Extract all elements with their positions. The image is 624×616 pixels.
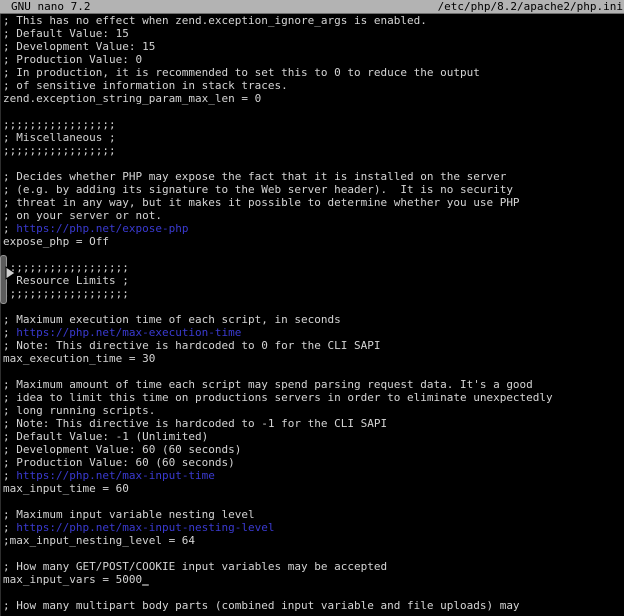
line-text: ; <box>3 222 16 235</box>
file-path: /etc/php/8.2/apache2/php.ini <box>438 0 624 13</box>
editor-lines: ; This has no effect when zend.exception… <box>3 14 624 612</box>
editor-line: ; (e.g. by adding its signature to the W… <box>3 183 624 196</box>
mouse-cursor-icon <box>5 266 16 280</box>
line-text: ; on your server or not. <box>3 209 162 222</box>
editor-line: ; Note: This directive is hardcoded to 0… <box>3 339 624 352</box>
editor-line <box>3 547 624 560</box>
editor-line: ; Production Value: 60 (60 seconds) <box>3 456 624 469</box>
editor-line <box>3 105 624 118</box>
line-text: ; Maximum amount of time each script may… <box>3 378 533 391</box>
line-text: ; In production, it is recommended to se… <box>3 66 480 79</box>
line-text: ; Default Value: -1 (Unlimited) <box>3 430 208 443</box>
text-editor-area[interactable]: ; This has no effect when zend.exception… <box>0 14 624 616</box>
editor-line: ; Miscellaneous ; <box>3 131 624 144</box>
editor-line: ; Decides whether PHP may expose the fac… <box>3 170 624 183</box>
editor-line: max_input_vars = 5000_ <box>3 573 624 586</box>
line-text: zend.exception_string_param_max_len = 0 <box>3 92 261 105</box>
editor-line: ; on your server or not. <box>3 209 624 222</box>
line-text: ; Maximum execution time of each script,… <box>3 313 341 326</box>
editor-line <box>3 586 624 599</box>
editor-line: ; threat in any way, but it makes it pos… <box>3 196 624 209</box>
line-text: expose_php = Off <box>3 235 109 248</box>
line-text: ;;;;;;;;;;;;;;;;; <box>3 144 116 157</box>
line-text: ; Production Value: 0 <box>3 53 142 66</box>
nano-titlebar: GNU nano 7.2 /etc/php/8.2/apache2/php.in… <box>0 0 624 14</box>
line-text: ; <box>3 469 16 482</box>
app-title: GNU nano 7.2 <box>0 0 90 13</box>
editor-line: ; https://php.net/expose-php <box>3 222 624 235</box>
line-text: ; idea to limit this time on productions… <box>3 391 553 404</box>
line-text: max_input_vars = 5000 <box>3 573 142 586</box>
editor-line: max_input_time = 60 <box>3 482 624 495</box>
line-text: ; How many multipart body parts (combine… <box>3 599 520 612</box>
line-text: ; threat in any way, but it makes it pos… <box>3 196 520 209</box>
editor-line: ; https://php.net/max-input-nesting-leve… <box>3 521 624 534</box>
line-text: ; <box>3 521 16 534</box>
editor-line: ; Maximum execution time of each script,… <box>3 313 624 326</box>
editor-line: ; https://php.net/max-input-time <box>3 469 624 482</box>
editor-line: ; https://php.net/max-execution-time <box>3 326 624 339</box>
editor-line: ; Maximum amount of time each script may… <box>3 378 624 391</box>
editor-line: max_execution_time = 30 <box>3 352 624 365</box>
editor-line: ; This has no effect when zend.exception… <box>3 14 624 27</box>
line-text: ; Production Value: 60 (60 seconds) <box>3 456 235 469</box>
editor-line: ; Development Value: 15 <box>3 40 624 53</box>
line-text: ;;;;;;;;;;;;;;;;; <box>3 118 116 131</box>
editor-line: ;;;;;;;;;;;;;;;;;;; <box>3 261 624 274</box>
editor-line <box>3 157 624 170</box>
editor-line: ;;;;;;;;;;;;;;;;; <box>3 144 624 157</box>
line-text: ; Default Value: 15 <box>3 27 129 40</box>
editor-line: ; Production Value: 0 <box>3 53 624 66</box>
line-text: max_input_time = 60 <box>3 482 129 495</box>
url-text: https://php.net/expose-php <box>16 222 188 235</box>
editor-line: ; Maximum input variable nesting level <box>3 508 624 521</box>
line-text: ;max_input_nesting_level = 64 <box>3 534 195 547</box>
line-text: ; (e.g. by adding its signature to the W… <box>3 183 513 196</box>
line-text: ; Miscellaneous ; <box>3 131 116 144</box>
editor-line <box>3 495 624 508</box>
line-text: ; How many GET/POST/COOKIE input variabl… <box>3 560 387 573</box>
line-text: ; Maximum input variable nesting level <box>3 508 255 521</box>
editor-line: ; How many GET/POST/COOKIE input variabl… <box>3 560 624 573</box>
terminal-window: GNU nano 7.2 /etc/php/8.2/apache2/php.in… <box>0 0 624 616</box>
line-text: ;;;;;;;;;;;;;;;;;;; <box>3 287 129 300</box>
editor-line: ; Resource Limits ; <box>3 274 624 287</box>
line-text: ;;;;;;;;;;;;;;;;;;; <box>3 261 129 274</box>
line-text: ; <box>3 326 16 339</box>
line-text: ; Development Value: 15 <box>3 40 155 53</box>
editor-line <box>3 365 624 378</box>
line-text: ; Decides whether PHP may expose the fac… <box>3 170 506 183</box>
line-text: ; This has no effect when zend.exception… <box>3 14 427 27</box>
editor-line <box>3 248 624 261</box>
line-text: ; Development Value: 60 (60 seconds) <box>3 443 241 456</box>
line-text: ; of sensitive information in stack trac… <box>3 79 288 92</box>
editor-line: ; Development Value: 60 (60 seconds) <box>3 443 624 456</box>
editor-line: ; Note: This directive is hardcoded to -… <box>3 417 624 430</box>
line-text: ; Resource Limits ; <box>3 274 129 287</box>
line-text: ; Note: This directive is hardcoded to 0… <box>3 339 381 352</box>
editor-line: ; In production, it is recommended to se… <box>3 66 624 79</box>
url-text: https://php.net/max-execution-time <box>16 326 241 339</box>
editor-line: ; Default Value: 15 <box>3 27 624 40</box>
line-text: max_execution_time = 30 <box>3 352 155 365</box>
line-text: ; Note: This directive is hardcoded to -… <box>3 417 387 430</box>
text-cursor: _ <box>142 573 149 586</box>
editor-line: ; How many multipart body parts (combine… <box>3 599 624 612</box>
editor-line: zend.exception_string_param_max_len = 0 <box>3 92 624 105</box>
url-text: https://php.net/max-input-time <box>16 469 215 482</box>
editor-line: ; Default Value: -1 (Unlimited) <box>3 430 624 443</box>
url-text: https://php.net/max-input-nesting-level <box>16 521 274 534</box>
editor-line: ;max_input_nesting_level = 64 <box>3 534 624 547</box>
editor-line: expose_php = Off <box>3 235 624 248</box>
line-text: ; long running scripts. <box>3 404 155 417</box>
editor-line: ; long running scripts. <box>3 404 624 417</box>
terminal-left-border <box>0 14 1 616</box>
editor-line: ; of sensitive information in stack trac… <box>3 79 624 92</box>
editor-line: ; idea to limit this time on productions… <box>3 391 624 404</box>
editor-line: ;;;;;;;;;;;;;;;;;;; <box>3 287 624 300</box>
editor-line: ;;;;;;;;;;;;;;;;; <box>3 118 624 131</box>
editor-line <box>3 300 624 313</box>
